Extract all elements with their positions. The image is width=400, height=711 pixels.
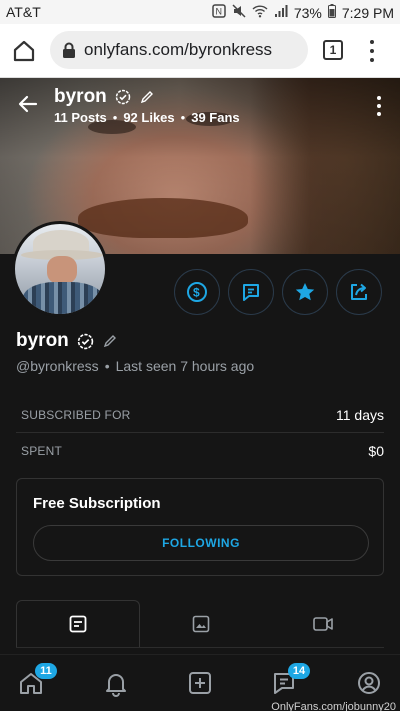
browser-toolbar: onlyfans.com/byronkress 1 bbox=[0, 24, 400, 78]
posts-count: 11 Posts bbox=[54, 110, 107, 125]
subscribed-for-label: SUBSCRIBED FOR bbox=[21, 407, 131, 422]
share-button[interactable] bbox=[336, 269, 382, 315]
profile-name: byron bbox=[16, 330, 69, 351]
nav-profile[interactable] bbox=[355, 669, 383, 697]
subscription-title: Free Subscription bbox=[33, 495, 161, 512]
back-button[interactable] bbox=[16, 92, 40, 116]
cover-username: byron bbox=[54, 86, 107, 107]
url-text: onlyfans.com/byronkress bbox=[84, 40, 273, 59]
svg-text:N: N bbox=[215, 7, 222, 17]
subscribed-for-value: 11 days bbox=[336, 406, 384, 423]
verified-icon bbox=[77, 333, 93, 349]
edit-pencil-icon[interactable] bbox=[102, 333, 118, 349]
avatar[interactable] bbox=[12, 221, 108, 317]
wifi-icon bbox=[252, 4, 268, 21]
spent-row: SPENT $0 bbox=[16, 433, 384, 469]
likes-count: 92 Likes bbox=[123, 110, 175, 125]
following-button[interactable]: FOLLOWING bbox=[33, 525, 369, 561]
tab-switcher-button[interactable]: 1 bbox=[323, 40, 343, 60]
profile-handle-row: @byronkress • Last seen 7 hours ago bbox=[16, 358, 255, 374]
video-icon bbox=[313, 616, 333, 631]
status-bar: AT&T N 73% 7:29 PM bbox=[0, 0, 400, 24]
profile-actions: $ bbox=[174, 269, 382, 315]
nav-home[interactable]: 11 bbox=[17, 663, 57, 697]
nav-messages[interactable]: 14 bbox=[270, 663, 310, 697]
nfc-icon: N bbox=[212, 4, 226, 21]
star-icon bbox=[295, 283, 315, 301]
carrier-label: AT&T bbox=[6, 4, 41, 20]
clock: 7:29 PM bbox=[341, 4, 394, 21]
add-post-icon bbox=[189, 672, 211, 694]
posts-icon bbox=[69, 615, 87, 633]
status-icons: N 73% 7:29 PM bbox=[212, 4, 394, 21]
messages-badge: 14 bbox=[288, 663, 310, 679]
back-arrow-icon bbox=[18, 95, 38, 113]
user-icon bbox=[358, 672, 380, 694]
verified-icon bbox=[115, 89, 131, 105]
nav-new-post[interactable] bbox=[186, 669, 214, 697]
browser-menu-button[interactable] bbox=[365, 40, 379, 62]
tab-videos[interactable] bbox=[262, 600, 384, 647]
home-button[interactable] bbox=[10, 37, 38, 65]
battery-icon bbox=[327, 4, 336, 21]
cover-stats: 11 Posts • 92 Likes • 39 Fans bbox=[54, 110, 240, 125]
bell-icon bbox=[106, 674, 126, 697]
content-tabs bbox=[16, 600, 384, 648]
edit-pencil-icon[interactable] bbox=[139, 89, 155, 105]
subscribed-for-row: SUBSCRIBED FOR 11 days bbox=[16, 397, 384, 433]
svg-text:$: $ bbox=[193, 286, 200, 300]
watermark: OnlyFans.com/jobunny20 bbox=[271, 701, 396, 711]
home-icon bbox=[13, 40, 35, 62]
cover-header: byron bbox=[54, 86, 155, 108]
message-button[interactable] bbox=[228, 269, 274, 315]
home-badge: 11 bbox=[35, 663, 57, 679]
tip-button[interactable]: $ bbox=[174, 269, 220, 315]
spent-value: $0 bbox=[368, 443, 384, 459]
lock-icon bbox=[63, 42, 75, 58]
fans-count: 39 Fans bbox=[191, 110, 240, 125]
tab-media[interactable] bbox=[140, 600, 262, 647]
share-icon bbox=[351, 283, 367, 300]
tab-posts[interactable] bbox=[16, 600, 140, 647]
image-icon bbox=[192, 615, 210, 632]
profile-name-row: byron bbox=[16, 330, 118, 352]
nav-notifications[interactable] bbox=[102, 669, 130, 697]
address-bar[interactable]: onlyfans.com/byronkress bbox=[50, 31, 308, 69]
profile-more-button[interactable] bbox=[372, 96, 386, 116]
signal-icon bbox=[274, 4, 288, 21]
last-seen: Last seen 7 hours ago bbox=[115, 358, 255, 374]
battery-percent: 73% bbox=[293, 4, 322, 21]
mute-icon bbox=[232, 4, 246, 21]
dollar-icon: $ bbox=[187, 282, 207, 302]
favorite-button[interactable] bbox=[282, 269, 328, 315]
spent-label: SPENT bbox=[21, 444, 63, 458]
profile-handle: @byronkress bbox=[16, 358, 99, 374]
subscription-card: Free Subscription FOLLOWING bbox=[16, 478, 384, 576]
chat-icon bbox=[243, 284, 259, 301]
